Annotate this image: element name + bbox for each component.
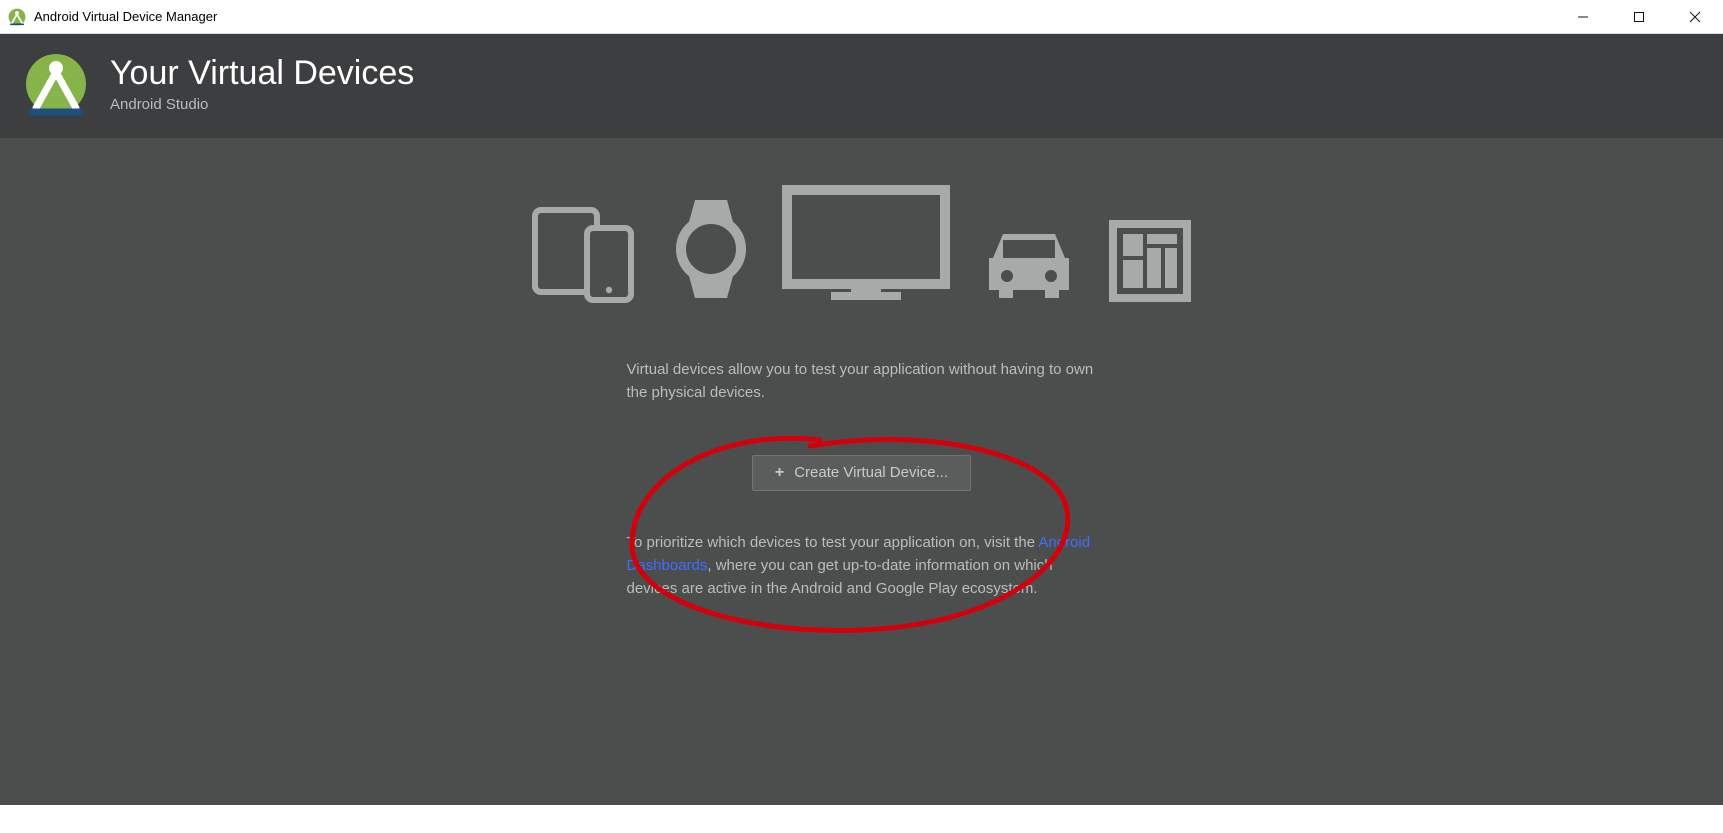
info-text: To prioritize which devices to test your… <box>627 531 1097 601</box>
plus-icon: + <box>775 464 784 482</box>
minimize-button[interactable] <box>1555 0 1611 34</box>
create-button-label: Create Virtual Device... <box>794 464 948 481</box>
page-header: Your Virtual Devices Android Studio <box>0 34 1723 138</box>
app-icon <box>8 8 26 26</box>
page-subtitle: Android Studio <box>110 96 414 113</box>
tv-icon <box>781 184 951 304</box>
window-controls <box>1555 0 1723 34</box>
window-titlebar: Android Virtual Device Manager <box>0 0 1723 34</box>
window-title: Android Virtual Device Manager <box>34 9 1555 24</box>
android-studio-logo-icon <box>24 52 88 116</box>
maximize-button[interactable] <box>1611 0 1667 34</box>
intro-text: Virtual devices allow you to test your a… <box>627 358 1097 405</box>
info-text-prefix: To prioritize which devices to test your… <box>627 534 1039 551</box>
create-virtual-device-button[interactable]: + Create Virtual Device... <box>752 455 971 491</box>
page-title: Your Virtual Devices <box>110 55 414 92</box>
automotive-icon <box>981 224 1077 304</box>
close-button[interactable] <box>1667 0 1723 34</box>
phone-tablet-icon <box>531 204 641 304</box>
wear-icon <box>671 194 751 304</box>
things-icon <box>1107 218 1193 304</box>
device-category-icons <box>0 184 1723 304</box>
main-content: Virtual devices allow you to test your a… <box>0 138 1723 805</box>
